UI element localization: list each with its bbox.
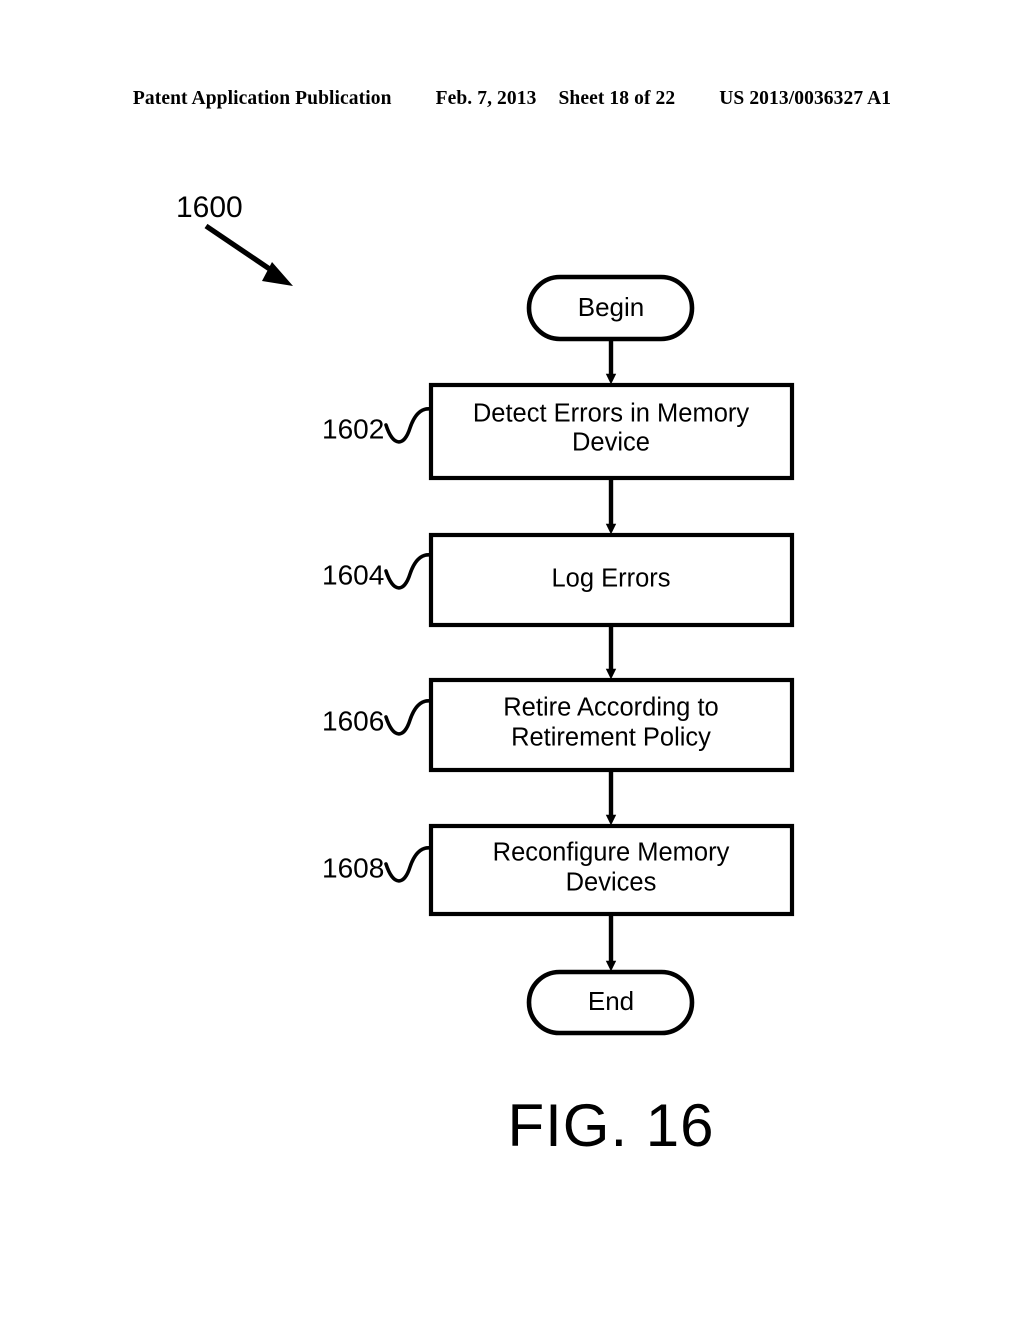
flow-step-1608: Reconfigure Memory Devices bbox=[428, 823, 795, 917]
flow-step-1606: Retire According to Retirement Policy bbox=[428, 677, 795, 773]
diagram-reference-numeral: 1600 bbox=[176, 191, 243, 224]
flow-step-1604: Log Errors bbox=[428, 532, 795, 628]
flow-start-label: Begin bbox=[578, 292, 645, 322]
leader-squiggle-1602 bbox=[384, 406, 433, 444]
figure-caption: FIG. 16 bbox=[507, 1092, 714, 1159]
flow-step-1606-ref: 1606 bbox=[322, 705, 384, 736]
diagram-reference-arrow bbox=[204, 223, 293, 286]
flow-end-terminator: End bbox=[526, 969, 695, 1036]
flow-step-1604-ref: 1604 bbox=[322, 559, 384, 590]
flow-step-1608-ref: 1608 bbox=[322, 852, 384, 883]
figure-16-diagram: 1600 Begin Detect Errors in Memory Devic… bbox=[0, 0, 1024, 1320]
leader-squiggle-1604 bbox=[384, 552, 433, 590]
flow-step-1606-line2: Retirement Policy bbox=[511, 724, 711, 752]
flow-step-1606-line1: Retire According to bbox=[503, 694, 718, 722]
flow-step-1602-line2: Device bbox=[572, 429, 650, 457]
flow-step-1604-line1: Log Errors bbox=[551, 565, 670, 593]
flow-step-1602-ref: 1602 bbox=[322, 413, 384, 444]
flow-end-label: End bbox=[588, 986, 634, 1016]
flow-start-terminator: Begin bbox=[526, 274, 695, 342]
flow-step-1602-line1: Detect Errors in Memory bbox=[473, 400, 750, 428]
leader-squiggle-1606 bbox=[384, 698, 433, 736]
flow-step-1608-line2: Devices bbox=[566, 869, 657, 897]
flow-step-1602: Detect Errors in Memory Device bbox=[428, 382, 795, 481]
flow-step-1608-line1: Reconfigure Memory bbox=[493, 839, 730, 867]
leader-squiggle-1608 bbox=[384, 845, 433, 883]
